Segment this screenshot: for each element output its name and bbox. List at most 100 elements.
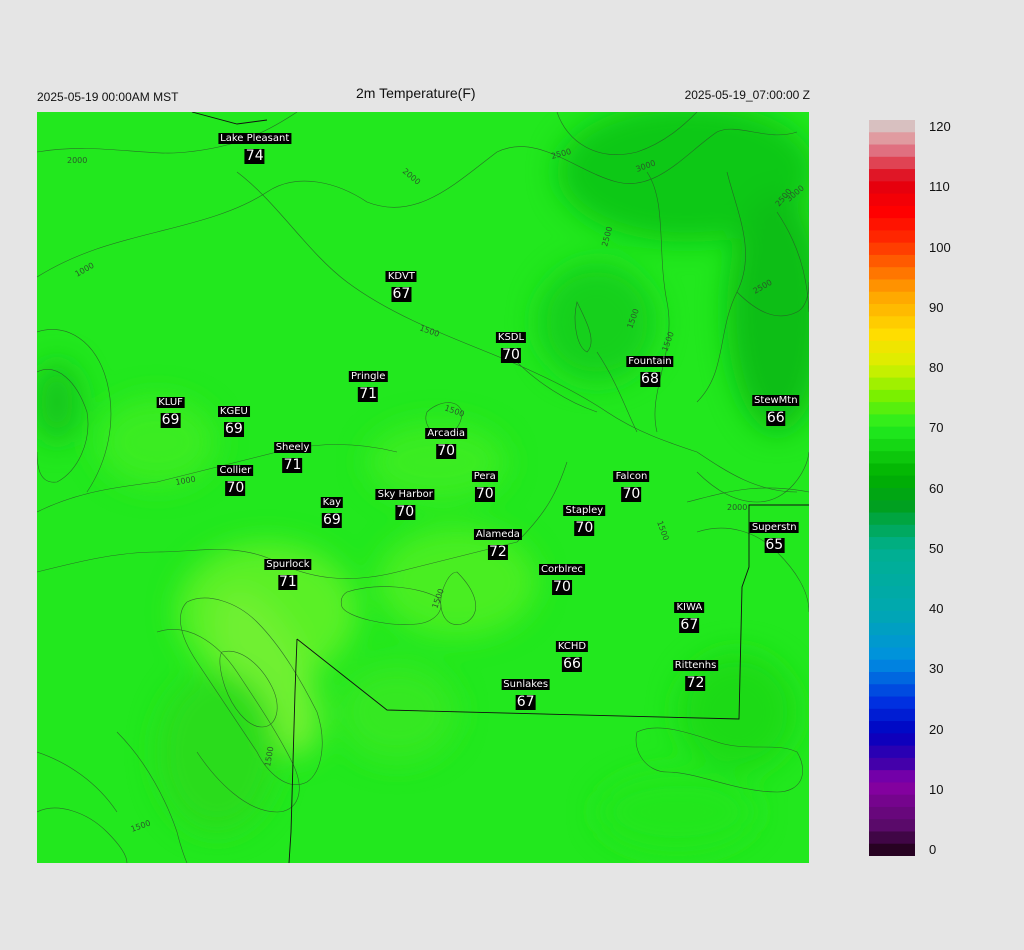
station-temperature: 70: [395, 504, 416, 521]
station-marker[interactable]: KCHD 66: [555, 636, 589, 672]
colorbar-tick-label: 110: [929, 179, 950, 195]
colorbar-band: [869, 696, 915, 710]
station-marker[interactable]: StewMtn 66: [752, 390, 800, 427]
station-name: Alameda: [473, 529, 522, 541]
colorbar-band: [869, 610, 915, 624]
colorbar-band: [869, 316, 915, 330]
station-name: Pringle: [349, 370, 388, 382]
station-marker[interactable]: Corblrec 70: [539, 559, 585, 595]
station-marker[interactable]: Falcon 70: [613, 466, 650, 503]
colorbar-band: [869, 512, 915, 526]
station-temperature: 71: [277, 574, 298, 591]
station-name: Lake Pleasant: [218, 133, 292, 145]
station-marker[interactable]: Fountain 68: [626, 351, 674, 388]
station-marker[interactable]: Sheely 71: [273, 437, 312, 473]
station-name: Corblrec: [539, 563, 585, 575]
colorbar-band: [869, 169, 915, 182]
colorbar-band: [869, 451, 915, 465]
station-name: Collier: [217, 465, 254, 477]
valid-time-local: 2025-05-19 00:00AM MST: [37, 90, 179, 104]
colorbar-band: [869, 537, 915, 550]
station-marker[interactable]: Kay 69: [320, 492, 344, 528]
station-temperature: 70: [621, 486, 642, 503]
station-marker[interactable]: Spurlock 71: [264, 554, 312, 591]
station-name: Arcadia: [425, 428, 467, 440]
station-name: Fountain: [626, 356, 674, 368]
colorbar-band: [869, 328, 915, 342]
colorbar-band: [869, 230, 915, 244]
colorbar-band: [869, 414, 915, 428]
contour-label: 1500: [443, 403, 465, 418]
colorbar-band: [869, 304, 915, 317]
station-marker[interactable]: Rittenhs 72: [672, 655, 719, 691]
colorbar-band: [869, 377, 915, 391]
station-temperature: 66: [765, 410, 786, 427]
station-marker[interactable]: Pera 70: [471, 466, 498, 503]
colorbar-tick-label: 20: [929, 721, 944, 737]
station-marker[interactable]: Alameda 72: [473, 524, 522, 561]
station-name: Sky Harbor: [375, 489, 435, 501]
contour-label: 2000: [67, 156, 87, 165]
station-marker[interactable]: Collier 70: [217, 460, 254, 497]
temperature-shading: [37, 112, 809, 852]
station-marker[interactable]: Sky Harbor 70: [375, 484, 435, 521]
colorbar-band: [869, 831, 915, 845]
colorbar-band: [869, 267, 915, 281]
colorbar-tick-label: 80: [929, 360, 944, 375]
contour-label: 1500: [418, 323, 440, 338]
colorbar-band: [869, 132, 915, 146]
station-name: Sheely: [273, 441, 312, 453]
contour-label: 1500: [130, 818, 152, 833]
station-marker[interactable]: KIWA 67: [674, 597, 705, 633]
station-name: KGEU: [217, 405, 250, 417]
station-name: KDVT: [385, 270, 417, 282]
colorbar-tick-label: 60: [929, 480, 944, 496]
station-marker[interactable]: Arcadia 70: [425, 423, 467, 460]
colorbar-band: [869, 684, 915, 698]
station-marker[interactable]: KSDL 70: [495, 327, 527, 363]
station-name: Kay: [320, 496, 344, 508]
colorbar-tick-label: 40: [929, 601, 944, 616]
colorbar-band: [869, 120, 915, 133]
colorbar-band: [869, 635, 915, 649]
colorbar-band: [869, 279, 915, 293]
colorbar-tick-label: 100: [929, 239, 951, 255]
colorbar-band: [869, 144, 915, 158]
station-marker[interactable]: Sunlakes 67: [501, 674, 551, 711]
colorbar-tick-label: 0: [929, 842, 937, 857]
station-temperature: 67: [515, 694, 536, 711]
station-name: Pera: [471, 471, 498, 483]
station-marker[interactable]: Lake Pleasant 74: [218, 128, 292, 165]
colorbar-band: [869, 733, 915, 747]
colorbar-band: [869, 205, 915, 219]
station-marker[interactable]: KLUF 69: [156, 392, 185, 428]
station-name: KSDL: [495, 331, 527, 343]
station-temperature: 71: [358, 385, 379, 402]
station-name: KLUF: [156, 396, 185, 408]
colorbar-band: [869, 291, 915, 305]
colorbar-tick-label: 30: [929, 661, 944, 677]
colorbar-band: [869, 672, 915, 685]
temperature-colorbar: [869, 120, 915, 856]
colorbar-band: [869, 843, 915, 856]
colorbar-band: [869, 598, 915, 612]
station-name: KCHD: [555, 640, 589, 652]
station-temperature: 70: [225, 480, 246, 497]
contour-label: 2000: [727, 503, 747, 512]
station-temperature: 67: [679, 616, 700, 633]
colorbar-band: [869, 622, 915, 636]
temperature-map[interactable]: 2000 2000 2500 3000 2500 2500 3000 2500 …: [37, 112, 809, 863]
colorbar-band: [869, 573, 915, 587]
colorbar-band: [869, 438, 915, 452]
station-marker[interactable]: Superstn 65: [749, 517, 799, 554]
station-marker[interactable]: Pringle 71: [349, 366, 388, 402]
colorbar-band: [869, 647, 915, 661]
station-marker[interactable]: KDVT 67: [385, 266, 417, 302]
station-marker[interactable]: Stapley 70: [563, 500, 606, 537]
station-marker[interactable]: KGEU 69: [217, 401, 250, 437]
station-temperature: 74: [244, 148, 265, 165]
contour-label: 2000: [401, 167, 422, 187]
colorbar-band: [869, 218, 915, 231]
colorbar-tick-label: 90: [929, 299, 944, 315]
station-name: Falcon: [613, 471, 650, 483]
